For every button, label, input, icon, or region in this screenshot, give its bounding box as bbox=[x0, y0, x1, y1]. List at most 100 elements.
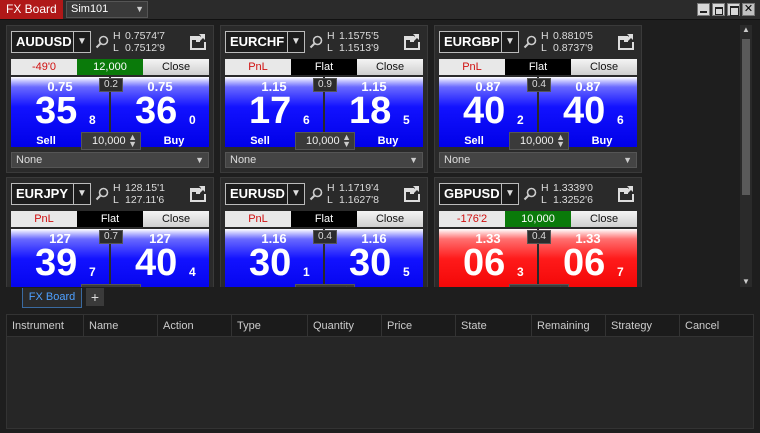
close-position-button[interactable]: Close bbox=[357, 211, 423, 227]
vertical-scrollbar[interactable]: ▲ ▼ bbox=[740, 25, 752, 287]
high-label: H bbox=[541, 30, 549, 42]
session-low: 0.8737'9 bbox=[553, 42, 593, 54]
spread-badge: 0.2 bbox=[99, 78, 123, 92]
strategy-select[interactable]: None ▼ bbox=[225, 152, 423, 168]
position-row: PnL Flat Close bbox=[225, 59, 423, 75]
strategy-value: None bbox=[16, 154, 43, 166]
pop-out-icon[interactable] bbox=[615, 184, 637, 204]
quantity-stepper[interactable]: 10,000▲▼ bbox=[295, 132, 355, 150]
close-position-button[interactable]: Close bbox=[143, 211, 209, 227]
session-low: 1.1627'8 bbox=[339, 194, 379, 206]
position-row: PnL Flat Close bbox=[225, 211, 423, 227]
scroll-up-arrow-icon[interactable]: ▲ bbox=[740, 25, 752, 35]
sell-price-big: 35 bbox=[35, 90, 78, 132]
close-position-button[interactable]: Close bbox=[571, 211, 637, 227]
chevron-down-icon[interactable]: ▼ bbox=[501, 31, 519, 53]
chevron-down-icon[interactable]: ▼ bbox=[501, 183, 519, 205]
quantity-stepper[interactable]: 10,000▲▼ bbox=[81, 132, 141, 150]
stepper-arrows-icon[interactable]: ▲▼ bbox=[556, 133, 565, 149]
sell-price-pip: 3 bbox=[517, 265, 524, 279]
search-icon[interactable] bbox=[523, 35, 537, 49]
quantity-stepper[interactable]: 10,000▲▼ bbox=[509, 284, 569, 287]
quantity-stepper[interactable]: 10,000▲▼ bbox=[81, 284, 141, 287]
pnl-display: PnL bbox=[225, 211, 291, 227]
tab-fx-board[interactable]: FX Board bbox=[22, 288, 82, 308]
orders-grid: Instrument Name Action Type Quantity Price Sta… bbox=[6, 314, 754, 429]
column-header-action[interactable]: Action bbox=[157, 315, 231, 337]
quantity-value: 10,000 bbox=[306, 135, 340, 147]
stepper-arrows-icon[interactable]: ▲▼ bbox=[128, 285, 137, 288]
pop-out-icon[interactable] bbox=[187, 184, 209, 204]
orders-grid-header: Instrument Name Action Type Quantity Price Sta… bbox=[7, 315, 753, 337]
chevron-down-icon[interactable]: ▼ bbox=[287, 31, 305, 53]
close-position-button[interactable]: Close bbox=[571, 59, 637, 75]
sell-price-button[interactable]: 1.16301Sell bbox=[225, 229, 323, 287]
search-icon[interactable] bbox=[309, 187, 323, 201]
pop-out-icon[interactable] bbox=[401, 32, 423, 52]
stepper-arrows-icon[interactable]: ▲▼ bbox=[556, 285, 565, 288]
column-header-instrument[interactable]: Instrument bbox=[7, 315, 83, 337]
strategy-select[interactable]: None ▼ bbox=[439, 152, 637, 168]
account-select[interactable]: Sim101 ▼ bbox=[66, 1, 148, 18]
sell-price-button[interactable]: 127397Sell bbox=[11, 229, 109, 287]
high-low-info: H 0.8810'5 L 0.8737'9 bbox=[541, 30, 593, 54]
stepper-arrows-icon[interactable]: ▲▼ bbox=[342, 285, 351, 288]
buy-price-big: 18 bbox=[349, 90, 392, 132]
column-header-name[interactable]: Name bbox=[83, 315, 157, 337]
column-header-cancel[interactable]: Cancel bbox=[679, 315, 753, 337]
buy-price-big: 36 bbox=[135, 90, 178, 132]
instrument-selector[interactable]: EURJPY bbox=[11, 183, 74, 205]
minimize-button[interactable] bbox=[697, 3, 710, 16]
add-tab-button[interactable]: + bbox=[86, 288, 104, 306]
quantity-value: 10,000 bbox=[92, 135, 126, 147]
chevron-down-icon[interactable]: ▼ bbox=[287, 183, 305, 205]
column-header-strategy[interactable]: Strategy bbox=[605, 315, 679, 337]
pop-out-icon[interactable] bbox=[401, 184, 423, 204]
sell-price-big: 17 bbox=[249, 90, 292, 132]
close-position-button[interactable]: Close bbox=[143, 59, 209, 75]
instrument-selector[interactable]: EURGBP bbox=[439, 31, 502, 53]
buy-price-button[interactable]: 127404Buy bbox=[111, 229, 209, 287]
instrument-selector[interactable]: EURUSD bbox=[225, 183, 288, 205]
quantity-stepper[interactable]: 10,000▲▼ bbox=[509, 132, 569, 150]
instrument-selector[interactable]: GBPUSD bbox=[439, 183, 502, 205]
quantity-stepper[interactable]: 10,000▲▼ bbox=[295, 284, 355, 287]
chevron-down-icon[interactable]: ▼ bbox=[73, 31, 91, 53]
sell-price-button[interactable]: 1.33063Sell bbox=[439, 229, 537, 287]
stepper-arrows-icon[interactable]: ▲▼ bbox=[342, 133, 351, 149]
instrument-selector[interactable]: AUDUSD bbox=[11, 31, 74, 53]
buy-price-pip: 5 bbox=[403, 113, 410, 127]
column-header-state[interactable]: State bbox=[455, 315, 531, 337]
bottom-tab-bar: FX Board + bbox=[0, 287, 760, 311]
high-label: H bbox=[113, 182, 121, 194]
restore-button[interactable] bbox=[712, 3, 725, 16]
stepper-arrows-icon[interactable]: ▲▼ bbox=[128, 133, 137, 149]
account-value: Sim101 bbox=[71, 3, 109, 15]
buy-price-button[interactable]: 1.16305Buy bbox=[325, 229, 423, 287]
search-icon[interactable] bbox=[95, 35, 109, 49]
search-icon[interactable] bbox=[523, 187, 537, 201]
close-button[interactable]: ✕ bbox=[742, 3, 755, 16]
sell-price-pip: 6 bbox=[303, 113, 310, 127]
search-icon[interactable] bbox=[95, 187, 109, 201]
instrument-selector[interactable]: EURCHF bbox=[225, 31, 288, 53]
column-header-remaining[interactable]: Remaining bbox=[531, 315, 605, 337]
column-header-type[interactable]: Type bbox=[231, 315, 307, 337]
session-low: 1.1513'9 bbox=[339, 42, 379, 54]
buy-price-button[interactable]: 1.33067Buy bbox=[539, 229, 637, 287]
close-position-button[interactable]: Close bbox=[357, 59, 423, 75]
pop-out-icon[interactable] bbox=[615, 32, 637, 52]
maximize-button[interactable] bbox=[727, 3, 740, 16]
pnl-display: PnL bbox=[11, 211, 77, 227]
buy-price-big: 30 bbox=[349, 242, 392, 284]
scroll-down-arrow-icon[interactable]: ▼ bbox=[740, 277, 752, 287]
scroll-thumb[interactable] bbox=[742, 39, 750, 195]
pop-out-icon[interactable] bbox=[187, 32, 209, 52]
strategy-select[interactable]: None ▼ bbox=[11, 152, 209, 168]
search-icon[interactable] bbox=[309, 35, 323, 49]
chevron-down-icon[interactable]: ▼ bbox=[73, 183, 91, 205]
column-header-price[interactable]: Price bbox=[381, 315, 455, 337]
chevron-down-icon: ▼ bbox=[135, 4, 144, 14]
column-header-quantity[interactable]: Quantity bbox=[307, 315, 381, 337]
position-row: -49'0 12,000 Close bbox=[11, 59, 209, 75]
